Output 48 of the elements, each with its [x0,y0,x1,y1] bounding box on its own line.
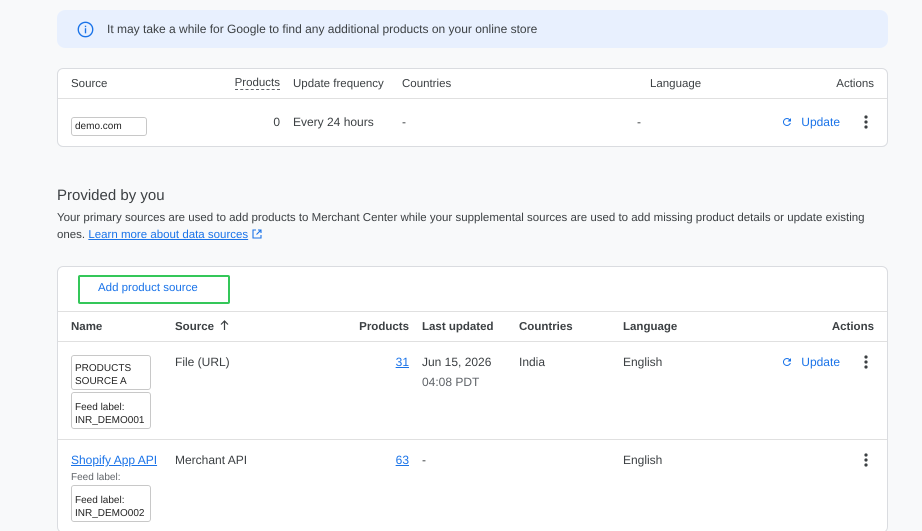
column-header: Countries [519,320,574,332]
time-text: 04:08 PDT [422,375,480,389]
update-button[interactable]: Update [781,115,840,129]
feed-label-text: Feed label: [71,472,122,483]
info-icon [77,20,94,38]
source-name-link[interactable]: Shopify App API [71,453,175,467]
external-link-icon [252,229,262,239]
source-field: demo.com [71,117,147,136]
feed-label-field: Feed label: INR_DEMO001 [71,392,151,429]
column-header: Last updated [421,320,495,332]
column-header: Actions [832,320,874,332]
table-cell: 0 [273,115,280,129]
column-header: Language [649,78,702,90]
column-header: Source [71,78,108,90]
products-count-link[interactable]: 31 [396,355,409,369]
more-options-icon[interactable] [864,453,868,467]
table-cell-text: English [623,355,664,369]
table-cell-text: English [623,453,664,467]
more-options-icon[interactable] [864,115,868,129]
refresh-icon [781,116,794,128]
learn-more-link[interactable]: Learn more about data sources [88,229,248,241]
section-heading: Provided by you [57,187,166,204]
column-header: Source [175,320,320,333]
table-cell-text: Jun 15, 2026 [422,355,492,369]
column-header: Products [234,77,280,90]
table-cell-text: - [401,115,407,129]
column-header: Update frequency [292,78,385,90]
more-options-icon[interactable] [864,355,868,369]
table-cell-text: Every 24 hours [292,115,375,129]
name-field: PRODUCTS SOURCE A [71,355,151,390]
refresh-icon [781,356,794,368]
products-count-link[interactable]: 63 [396,453,409,467]
feed-label-field: Feed label: INR_DEMO002 [71,485,151,522]
sort-arrow-icon [220,320,230,330]
update-button[interactable]: Update [781,355,840,369]
banner-text: It may take a while for Google to find any additional products on your online store [107,22,538,36]
table-cell-text: File (URL) [175,355,231,369]
column-header: Actions [836,78,874,90]
column-header: Products [359,320,409,332]
column-header: Name [71,320,104,332]
table-cell-text: - [637,115,642,129]
section-description: Your primary sources are used to add products to Merchant Center while your supplemental sources are used to add missing product details or update existing ones. Learn more about data sources [57,211,866,243]
table-cell-text: Merchant API [175,453,248,467]
add-product-source-button[interactable]: Add product source [78,275,230,304]
table-cell-text: - [422,453,427,467]
column-header: Countries [401,78,452,90]
column-header: Language [623,320,678,332]
table-cell-text: India [519,355,546,369]
